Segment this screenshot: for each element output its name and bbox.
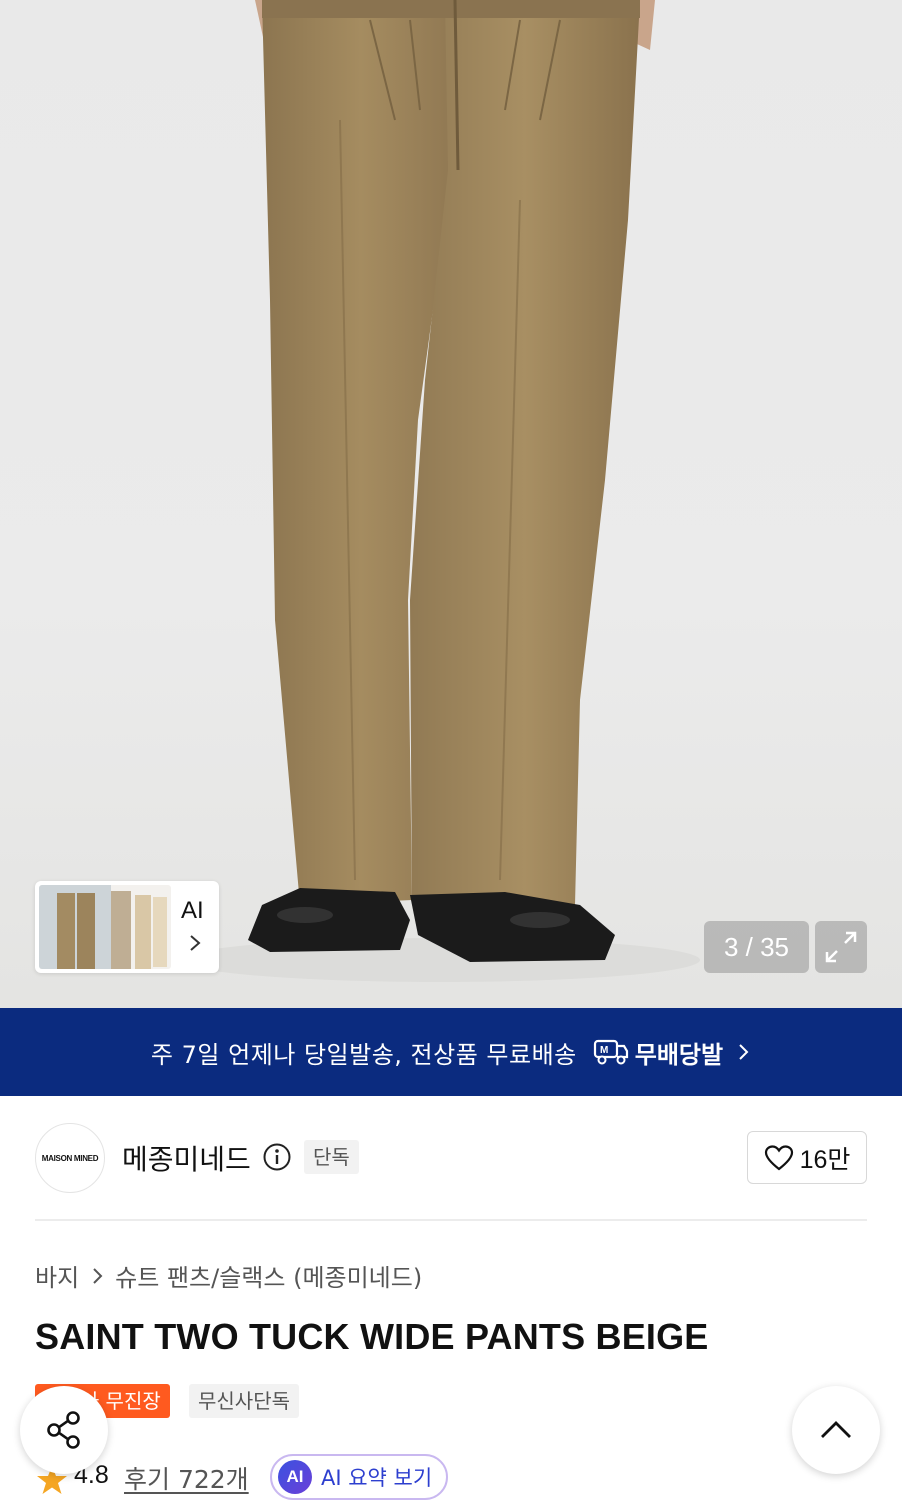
chevron-up-icon	[821, 1421, 851, 1438]
divider	[35, 1219, 867, 1221]
breadcrumb: 바지 슈트 팬츠/슬랙스 (메종미네드)	[35, 1258, 422, 1293]
heart-icon	[764, 1144, 793, 1170]
info-icon[interactable]	[262, 1142, 292, 1172]
brand-name[interactable]: 메종미네드	[122, 1138, 251, 1178]
scroll-to-top-button[interactable]	[792, 1386, 880, 1474]
product-image-gallery[interactable]: AI 3 / 35	[0, 0, 902, 1008]
badge-exclusive: 무신사단독	[189, 1384, 299, 1418]
product-photo	[180, 0, 700, 982]
image-counter: 3 / 35	[704, 921, 809, 973]
delivery-truck-icon: M	[593, 1039, 628, 1065]
ai-summary-label: AI 요약 보기	[321, 1466, 433, 1490]
banner-text: 주 7일 언제나 당일발송, 전상품 무료배송	[150, 1040, 577, 1069]
thumbnail-image	[39, 885, 171, 969]
expand-icon	[825, 931, 857, 963]
thumbnail-ai-label: AI	[181, 897, 204, 924]
product-title: SAINT TWO TUCK WIDE PANTS BEIGE	[35, 1316, 709, 1357]
banner-logo-text: 무배당발	[634, 1040, 724, 1069]
breadcrumb-category[interactable]: 바지	[35, 1258, 79, 1293]
svg-text:M: M	[600, 1045, 608, 1056]
brand-logo[interactable]: MAISON MINED	[35, 1123, 105, 1193]
delivery-logo: M 무배당발	[593, 1035, 723, 1070]
shipping-banner[interactable]: 주 7일 언제나 당일발송, 전상품 무료배송 M 무배당발	[0, 1008, 902, 1096]
ai-summary-button[interactable]: AI AI 요약 보기	[270, 1454, 448, 1500]
like-button[interactable]: 16만	[747, 1131, 867, 1184]
ai-badge-icon: AI	[278, 1460, 312, 1494]
exclusive-tag: 단독	[304, 1140, 359, 1174]
chevron-right-icon	[93, 1267, 103, 1284]
brand-logo-text: MAISON MINED	[41, 1153, 99, 1163]
expand-image-button[interactable]	[815, 921, 867, 973]
review-count-link[interactable]: 후기 722개	[124, 1460, 249, 1496]
chevron-right-icon	[190, 935, 201, 951]
share-button[interactable]	[20, 1386, 108, 1474]
share-icon	[47, 1411, 80, 1449]
like-count: 16만	[799, 1145, 851, 1174]
breadcrumb-subcategory[interactable]: 슈트 팬츠/슬랙스 (메종미네드)	[115, 1258, 422, 1293]
ai-similar-thumbnail[interactable]: AI	[35, 881, 219, 973]
chevron-right-icon	[739, 1044, 749, 1060]
